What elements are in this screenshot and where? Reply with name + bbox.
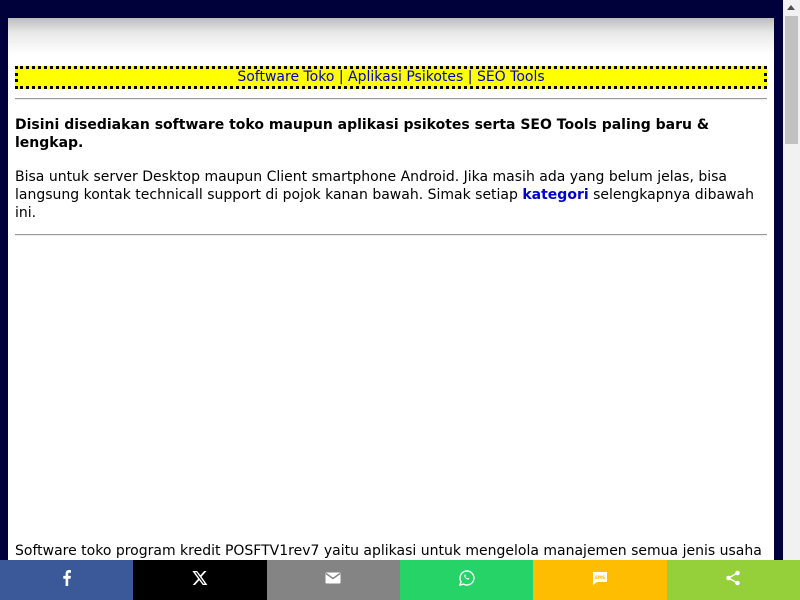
intro-heading: Disini disediakan software toko maupun a… — [15, 117, 710, 151]
x-icon — [192, 570, 208, 590]
article-first-line: Software toko program kredit POSFTV1rev7… — [15, 543, 767, 559]
share-button[interactable] — [666, 560, 800, 600]
nav-separator: | — [463, 69, 477, 85]
facebook-share-button[interactable] — [0, 560, 134, 600]
category-nav: Software Toko | Aplikasi Psikotes | SEO … — [15, 66, 767, 89]
divider — [15, 98, 767, 100]
share-bar: SMS — [0, 560, 800, 600]
divider — [15, 234, 767, 236]
sms-icon: SMS — [592, 570, 608, 590]
page-content: Software Toko | Aplikasi Psikotes | SEO … — [8, 18, 774, 600]
email-share-button[interactable] — [266, 560, 400, 600]
share-icon — [725, 570, 741, 590]
facebook-icon — [59, 570, 75, 590]
email-icon — [325, 570, 341, 590]
sms-share-button[interactable]: SMS — [533, 560, 667, 600]
vertical-scrollbar[interactable] — [783, 0, 800, 560]
nav-link-seo-tools[interactable]: SEO Tools — [477, 69, 545, 85]
nav-link-aplikasi-psikotes[interactable]: Aplikasi Psikotes — [348, 69, 463, 85]
x-share-button[interactable] — [133, 560, 267, 600]
scroll-thumb[interactable] — [785, 16, 798, 144]
nav-link-software-toko[interactable]: Software Toko — [237, 69, 334, 85]
header-gradient — [8, 18, 774, 54]
svg-text:SMS: SMS — [595, 575, 605, 580]
kategori-link[interactable]: kategori — [522, 187, 588, 203]
scroll-up-arrow-icon[interactable] — [787, 5, 795, 10]
nav-separator: | — [334, 69, 349, 85]
whatsapp-icon — [458, 570, 475, 590]
whatsapp-share-button[interactable] — [399, 560, 534, 600]
main-content: Software Toko | Aplikasi Psikotes | SEO … — [15, 66, 767, 236]
intro-paragraph: Bisa untuk server Desktop maupun Client … — [15, 168, 767, 222]
